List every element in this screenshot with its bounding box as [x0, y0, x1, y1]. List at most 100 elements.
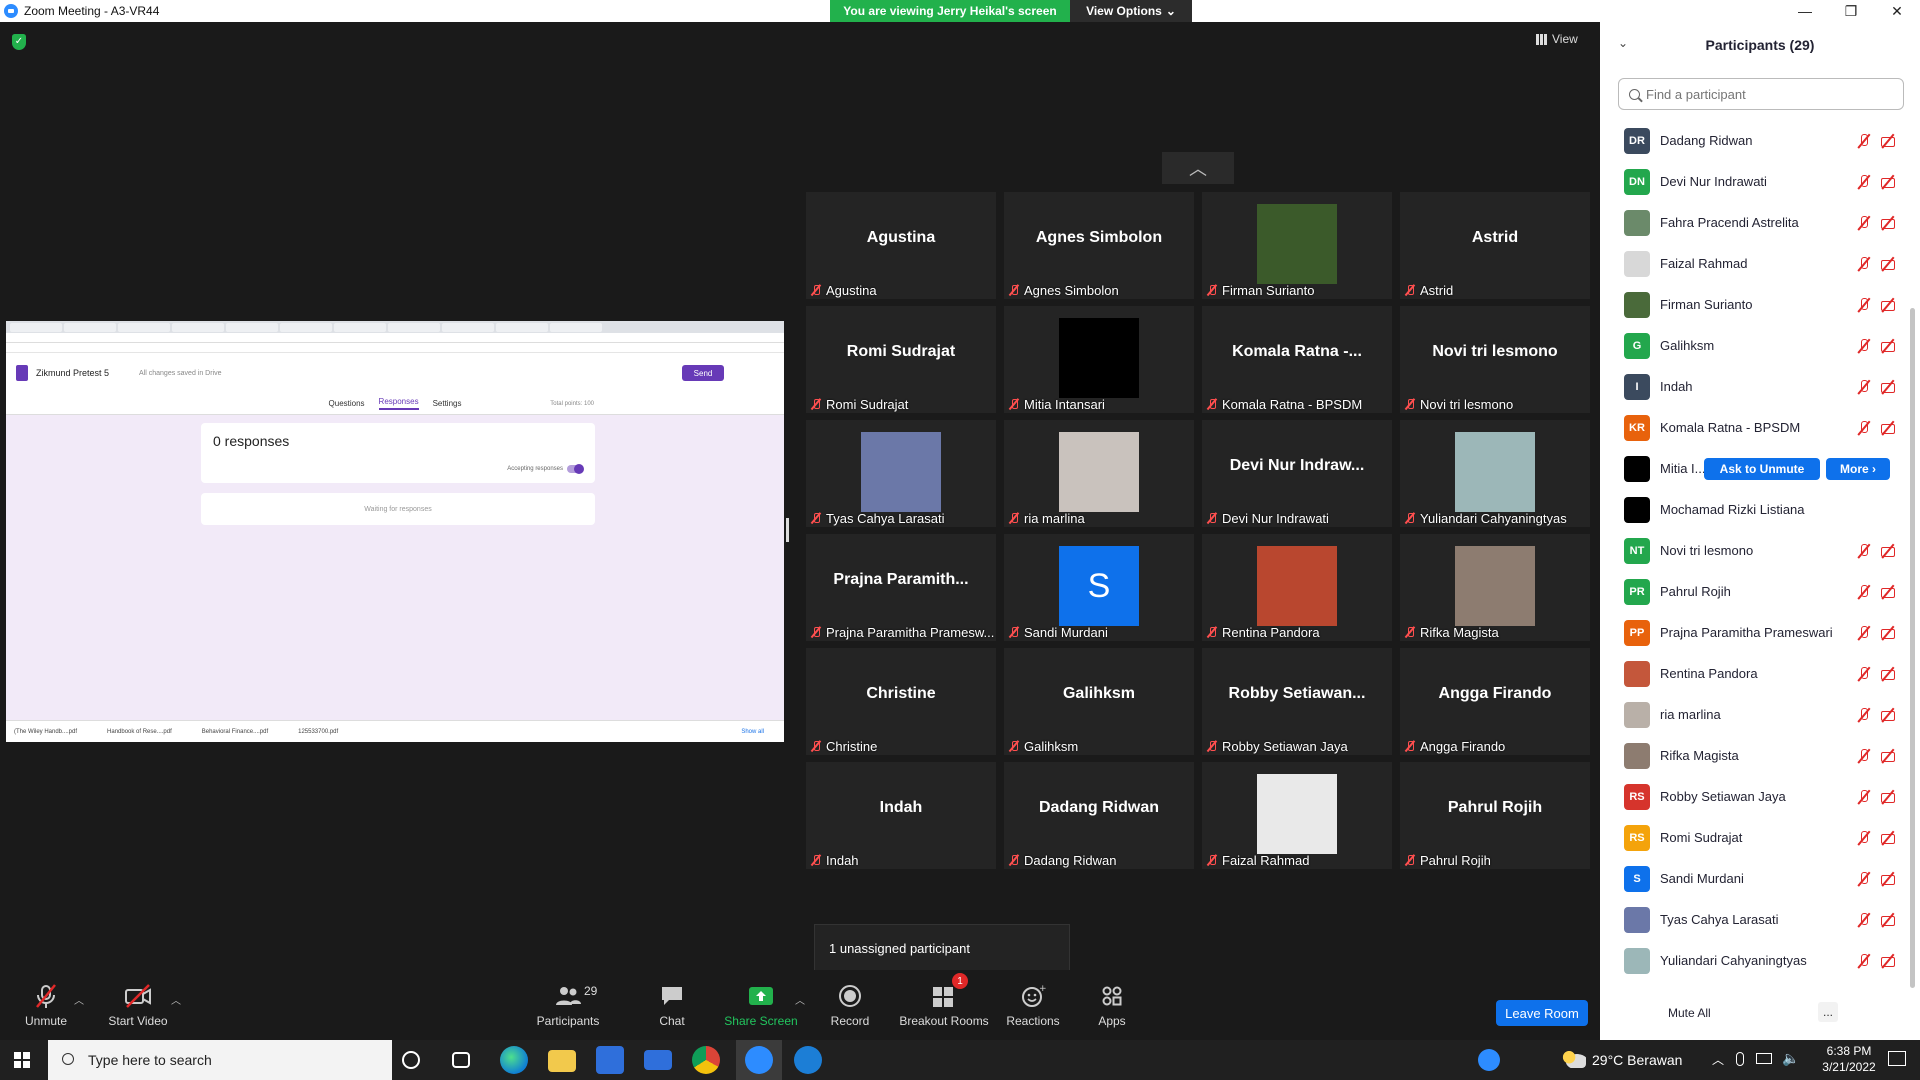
video-tile[interactable]: Rentina Pandora [1202, 534, 1392, 641]
teamviewer-icon[interactable] [794, 1046, 822, 1074]
panel-more-button[interactable]: ... [1818, 1002, 1838, 1022]
previous-page-button[interactable]: ︿ [1162, 152, 1234, 184]
unassigned-participant-notice[interactable]: 1 unassigned participant [814, 924, 1070, 972]
participant-row[interactable]: PR Pahrul Rojih [1600, 571, 1912, 612]
video-off-icon[interactable] [1880, 256, 1896, 272]
network-icon[interactable] [1756, 1053, 1772, 1064]
video-tile[interactable]: ria marlina [1004, 420, 1194, 527]
mail-icon[interactable] [644, 1050, 672, 1070]
participant-row[interactable]: Fahra Pracendi Astrelita [1600, 202, 1912, 243]
breakout-rooms-button[interactable]: Breakout Rooms [896, 970, 992, 1040]
share-options-caret-icon[interactable]: ︿ [795, 992, 805, 1007]
video-tile[interactable]: Komala Ratna -... Komala Ratna - BPSDM [1202, 306, 1392, 413]
participant-row[interactable]: Faizal Rahmad [1600, 243, 1912, 284]
video-tile[interactable]: S Sandi Murdani [1004, 534, 1194, 641]
microphone-muted-icon[interactable] [1856, 174, 1872, 190]
video-tile[interactable]: Firman Surianto [1202, 192, 1392, 299]
participant-row[interactable]: PP Prajna Paramitha Prameswari [1600, 612, 1912, 653]
video-tile[interactable]: Robby Setiawan... Robby Setiawan Jaya [1202, 648, 1392, 755]
microphone-muted-icon[interactable] [1856, 297, 1872, 313]
system-clock[interactable]: 6:38 PM 3/21/2022 [1814, 1043, 1884, 1075]
chat-button[interactable]: Chat [654, 970, 690, 1040]
video-off-icon[interactable] [1880, 789, 1896, 805]
apps-button[interactable]: Apps [1096, 970, 1128, 1040]
participant-row[interactable]: Rifka Magista [1600, 735, 1912, 776]
audio-options-caret-icon[interactable]: ︿ [74, 992, 84, 1007]
tray-expand-icon[interactable]: ︿ [1712, 1051, 1724, 1068]
taskbar-search[interactable]: Type here to search [48, 1040, 392, 1080]
chrome-icon[interactable] [692, 1046, 720, 1074]
participant-list-scrollbar[interactable] [1910, 308, 1915, 988]
cortana-icon[interactable] [402, 1051, 420, 1069]
maximize-button[interactable]: ❐ [1828, 0, 1874, 22]
reactions-button[interactable]: + Reactions [1006, 970, 1060, 1040]
windows-start-icon[interactable] [14, 1052, 30, 1068]
file-explorer-icon[interactable] [548, 1050, 576, 1072]
help-icon[interactable] [1478, 1049, 1500, 1071]
video-tile[interactable]: Astrid Astrid [1400, 192, 1590, 299]
microphone-muted-icon[interactable] [1856, 379, 1872, 395]
record-button[interactable]: Record [828, 970, 872, 1040]
weather-text[interactable]: 29°C Berawan [1592, 1052, 1682, 1068]
participant-row[interactable]: Mochamad Rizki Listiana [1600, 489, 1912, 530]
notifications-icon[interactable] [1888, 1051, 1906, 1066]
video-off-icon[interactable] [1880, 420, 1896, 436]
microphone-tray-icon[interactable] [1736, 1052, 1744, 1066]
microphone-muted-icon[interactable] [1856, 707, 1872, 723]
video-off-icon[interactable] [1880, 953, 1896, 969]
participant-row[interactable]: ria marlina [1600, 694, 1912, 735]
microphone-muted-icon[interactable] [1856, 871, 1872, 887]
view-options-button[interactable]: View Options ⌄ [1070, 0, 1192, 22]
microphone-muted-icon[interactable] [1856, 215, 1872, 231]
video-off-icon[interactable] [1880, 584, 1896, 600]
leave-room-button[interactable]: Leave Room [1496, 1000, 1588, 1026]
participant-row[interactable]: G Galihksm [1600, 325, 1912, 366]
participant-row[interactable]: Firman Surianto [1600, 284, 1912, 325]
participant-search-input[interactable] [1646, 86, 1886, 102]
video-tile[interactable]: Faizal Rahmad [1202, 762, 1392, 869]
participant-row[interactable]: I Indah [1600, 366, 1912, 407]
participant-row[interactable]: Rentina Pandora [1600, 653, 1912, 694]
video-tile[interactable]: Agnes Simbolon Agnes Simbolon [1004, 192, 1194, 299]
video-off-icon[interactable] [1880, 543, 1896, 559]
microphone-muted-icon[interactable] [1856, 830, 1872, 846]
split-divider-handle[interactable] [786, 518, 789, 542]
microsoft-store-icon[interactable] [596, 1046, 624, 1074]
microphone-muted-icon[interactable] [1856, 584, 1872, 600]
video-tile[interactable]: Christine Christine [806, 648, 996, 755]
participant-row[interactable]: NT Novi tri lesmono [1600, 530, 1912, 571]
participant-row[interactable]: KR Komala Ratna - BPSDM [1600, 407, 1912, 448]
video-off-icon[interactable] [1880, 133, 1896, 149]
video-tile[interactable]: Angga Firando Angga Firando [1400, 648, 1590, 755]
view-layout-button[interactable]: View [1536, 32, 1578, 46]
participants-button[interactable]: Participants [530, 970, 606, 1040]
mute-all-button[interactable]: Mute All [1668, 1006, 1711, 1020]
video-tile[interactable]: Novi tri lesmono Novi tri lesmono [1400, 306, 1590, 413]
start-video-button[interactable]: Start Video [106, 970, 170, 1040]
video-tile[interactable]: Indah Indah [806, 762, 996, 869]
video-off-icon[interactable] [1880, 174, 1896, 190]
unmute-button[interactable]: Unmute [18, 970, 74, 1040]
microphone-muted-icon[interactable] [1856, 625, 1872, 641]
video-tile[interactable]: Romi Sudrajat Romi Sudrajat [806, 306, 996, 413]
video-off-icon[interactable] [1880, 748, 1896, 764]
microphone-muted-icon[interactable] [1856, 256, 1872, 272]
participant-row[interactable]: RS Romi Sudrajat [1600, 817, 1912, 858]
video-off-icon[interactable] [1880, 666, 1896, 682]
video-tile[interactable]: Devi Nur Indraw... Devi Nur Indrawati [1202, 420, 1392, 527]
participant-row[interactable]: DN Devi Nur Indrawati [1600, 161, 1912, 202]
video-tile[interactable]: Rifka Magista [1400, 534, 1590, 641]
participant-row[interactable]: RS Robby Setiawan Jaya [1600, 776, 1912, 817]
task-view-icon[interactable] [452, 1052, 470, 1068]
video-off-icon[interactable] [1880, 912, 1896, 928]
participant-row[interactable]: DR Dadang Ridwan [1600, 120, 1912, 161]
participant-more-button[interactable]: More › [1826, 457, 1890, 480]
participant-row[interactable]: Mitia I... Ask to Unmute More › [1600, 448, 1912, 489]
video-tile[interactable]: Yuliandari Cahyaningtyas [1400, 420, 1590, 527]
video-tile[interactable]: Prajna Paramith... Prajna Paramitha Prame… [806, 534, 996, 641]
encryption-shield-icon[interactable]: ✓ [12, 34, 26, 50]
microphone-muted-icon[interactable] [1856, 748, 1872, 764]
minimize-button[interactable]: — [1782, 0, 1828, 22]
ask-to-unmute-button[interactable]: Ask to Unmute [1704, 457, 1820, 480]
speaker-icon[interactable]: 🔈 [1782, 1050, 1799, 1067]
